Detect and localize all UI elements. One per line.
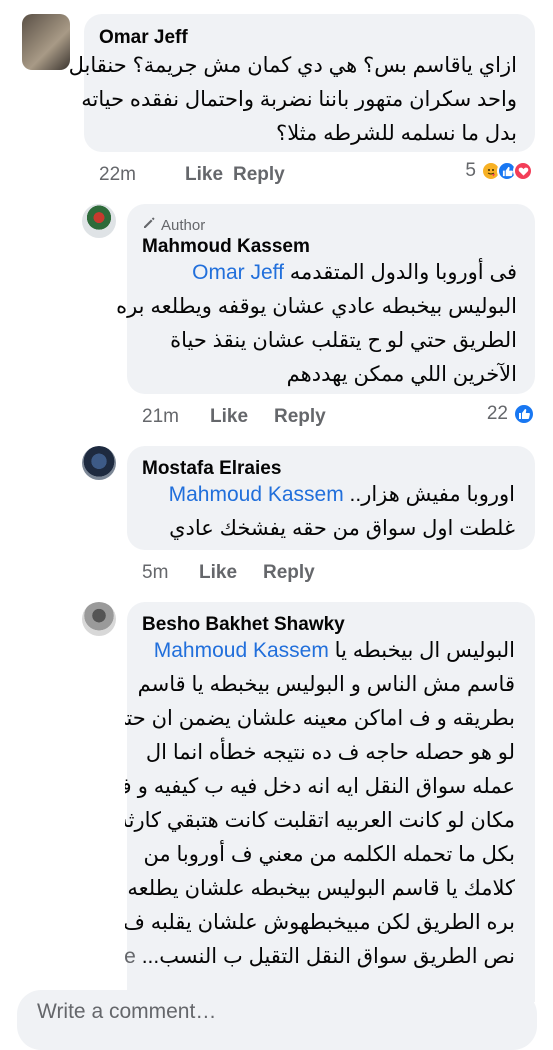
comment-text-line: بكل ما تحمله الكلمه من معني ف أوروبا من — [143, 843, 515, 866]
comment-text-line: الطريق حتي لو ح يتقلب عشان ينقذ حياة — [170, 329, 517, 352]
reaction-count: 5 — [465, 160, 476, 181]
reaction-summary[interactable]: 5 — [465, 160, 533, 182]
comment-text: اوروبا مفيش هزار.. Mahmoud Kassem غلطت ا… — [125, 478, 515, 546]
comment-author-name[interactable]: Omar Jeff — [99, 27, 188, 49]
comment-text-line: عمله سواق النقل ايه انه دخل فيه ب كيفيه … — [125, 775, 515, 798]
comment-composer[interactable]: Write a comment… — [17, 990, 537, 1050]
reaction-summary[interactable]: 22 — [487, 403, 535, 425]
comment-text-line: بدل ما نسلمه للشرطه مثلا؟ — [276, 122, 517, 145]
comment-text: فى أوروبا والدول المتقدمه Omar Jeff البو… — [116, 256, 517, 392]
like-button[interactable]: Like — [185, 164, 233, 186]
reaction-count: 22 — [486, 403, 508, 424]
comment-text-line: لو هو حصله حاجه ف ده نتيجه خطأه انما ال — [145, 741, 515, 764]
reply-button[interactable]: Reply — [274, 406, 326, 428]
comment-text-line: الآخرين اللي ممكن يهددهم — [286, 363, 517, 386]
comment-text: البوليس ال بيخبطه يا Mahmoud Kassem قاسم… — [125, 634, 515, 978]
comment-text-line: قاسم مش الناس و البوليس بيخبطه يا قاسم — [137, 673, 515, 696]
comment-text-line: بره الطريق لكن مبيخبطهوش علشان يقلبه ف — [125, 911, 515, 934]
author-badge: Author — [142, 216, 205, 234]
comment-text-line: البوليس ال بيخبطه يا Mahmoud Kassem — [125, 634, 515, 668]
reply-button[interactable]: Reply — [263, 562, 315, 584]
comment-actions: 5m Like Reply — [142, 562, 315, 584]
mention-link[interactable]: Mahmoud Kassem — [154, 639, 329, 662]
like-button[interactable]: Like — [210, 406, 274, 428]
mention-link[interactable]: Mahmoud Kassem — [169, 483, 344, 506]
avatar-mahmoud-kassem[interactable] — [82, 204, 116, 238]
comment-text-fragment: اوروبا مفيش هزار.. — [349, 483, 515, 506]
comment-text-fragment: نص الطريق سواق النقل التقيل ب النسب... — [141, 945, 515, 968]
comment-text-line: واحد سكران متهور باننا نضربة واحتمال نفق… — [81, 88, 517, 111]
comment-actions: 21m Like Reply — [142, 406, 326, 428]
comment-text-line: اوروبا مفيش هزار.. Mahmoud Kassem — [125, 478, 515, 512]
composer-placeholder: Write a comment… — [37, 1000, 217, 1023]
comment-text-fragment: فى أوروبا والدول المتقدمه — [289, 261, 517, 284]
comment-text-line: غلطت اول سواق من حقه يفشخك عادي — [169, 517, 515, 540]
comment-text-line: بطريقه و ف اماكن معينه علشان يضمن ان حتي — [125, 707, 515, 730]
comment-text-line: نص الطريق سواق النقل التقيل ب النسب... S… — [125, 940, 515, 974]
see-more-link[interactable]: See more — [125, 945, 136, 968]
avatar-omar-jeff[interactable] — [22, 14, 70, 70]
pencil-icon — [142, 216, 156, 234]
comment-text-fragment: البوليس ال بيخبطه يا — [334, 639, 515, 662]
comment-text: ازاي ياقاسم بس؟ هي دي كمان مش جريمة؟ حنق… — [68, 49, 517, 151]
comment-author-name[interactable]: Mahmoud Kassem — [142, 236, 310, 258]
comment-actions: 22m Like Reply — [99, 164, 285, 186]
mention-link[interactable]: Omar Jeff — [192, 261, 284, 284]
comment-time[interactable]: 22m — [99, 164, 185, 186]
comment-time[interactable]: 5m — [142, 562, 199, 584]
comment-text-line: ازاي ياقاسم بس؟ هي دي كمان مش جريمة؟ حنق… — [68, 54, 517, 77]
comment-text-line: كلامك يا قاسم البوليس بيخبطه علشان يطلعه — [127, 877, 515, 900]
avatar-mostafa-elraies[interactable] — [82, 446, 116, 480]
comment-time[interactable]: 21m — [142, 406, 210, 428]
author-badge-label: Author — [161, 216, 206, 234]
love-icon — [513, 161, 533, 181]
comment-text-line: مكان لو كانت العربيه اتقلبت كانت هتبقي ك… — [125, 809, 515, 832]
comment-author-name[interactable]: Mostafa Elraies — [142, 458, 281, 480]
comment-author-name[interactable]: Besho Bakhet Shawky — [142, 614, 345, 636]
comment-text-line: البوليس بيخبطه عادي عشان يوقفه ويطلعه بر… — [116, 295, 517, 318]
like-button[interactable]: Like — [199, 562, 263, 584]
comment-text-line: فى أوروبا والدول المتقدمه Omar Jeff — [127, 256, 517, 290]
reply-button[interactable]: Reply — [233, 164, 285, 186]
like-icon — [513, 403, 535, 425]
avatar-besho-bakhet-shawky[interactable] — [82, 602, 116, 636]
